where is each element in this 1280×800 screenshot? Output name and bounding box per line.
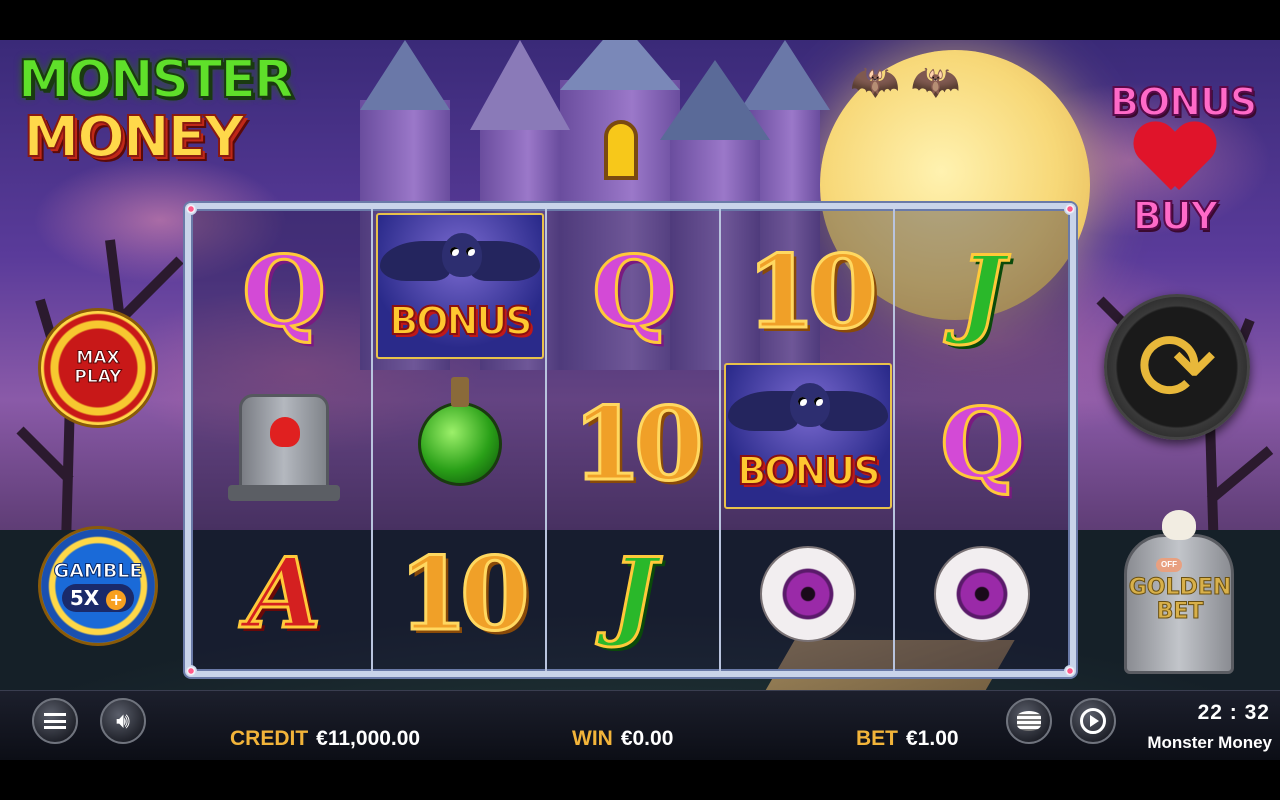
menu-icon bbox=[44, 713, 66, 729]
max-play-button[interactable]: MAX PLAY bbox=[38, 308, 158, 428]
potion-icon bbox=[418, 377, 502, 486]
symbol-eyeball bbox=[721, 519, 895, 669]
symbol-a: A bbox=[245, 537, 323, 650]
reel-3: Q 10 J bbox=[545, 209, 719, 671]
bat-icon bbox=[442, 233, 482, 277]
symbol-10: 10 bbox=[745, 233, 879, 351]
gamble-label: GAMBLE bbox=[53, 560, 143, 583]
win-value: €0.00 bbox=[620, 727, 674, 750]
reel-1: Q A bbox=[197, 209, 371, 671]
coin-stack-icon bbox=[1017, 711, 1041, 731]
bonus-buy-button[interactable]: BONUS BUY bbox=[1109, 79, 1258, 270]
symbol-10: 10 bbox=[397, 535, 531, 653]
game-background: 🦇 🦇 MONSTER MONEY MAX PLAY GAMBLE 5X + B… bbox=[0, 40, 1280, 760]
skull-icon bbox=[270, 417, 300, 447]
win-label: WIN bbox=[572, 727, 613, 750]
bonus-bat-card: BONUS bbox=[376, 213, 544, 359]
golden-bet-label: GOLDEN BET bbox=[1128, 575, 1232, 624]
spin-arrows-icon: ⟳ bbox=[1136, 311, 1218, 423]
gamble-multiplier: 5X bbox=[69, 586, 100, 610]
bat-icon bbox=[790, 383, 830, 427]
plus-icon: + bbox=[106, 589, 127, 610]
speaker-icon: 🔊︎ bbox=[116, 708, 130, 734]
symbol-q: Q bbox=[591, 235, 678, 348]
game-name: Monster Money bbox=[1147, 733, 1272, 752]
symbol-q: Q bbox=[241, 235, 328, 348]
symbol-j: J bbox=[958, 235, 1006, 348]
symbol-bonus: BONUS bbox=[721, 361, 895, 511]
bet-settings-button[interactable] bbox=[1006, 698, 1052, 744]
menu-button[interactable] bbox=[32, 698, 78, 744]
symbol-j: J bbox=[610, 537, 658, 650]
max-play-label: MAX PLAY bbox=[74, 348, 122, 387]
credit-display: CREDIT €11,000.00 bbox=[230, 727, 420, 751]
tombstone-icon bbox=[228, 394, 340, 501]
reel-grid: Q A BONUS 10 Q 10 J 10 BONUS J Q bbox=[185, 203, 1076, 677]
autoplay-icon bbox=[1080, 708, 1106, 734]
bonus-word: BONUS bbox=[388, 298, 533, 344]
symbol-eyeball bbox=[895, 519, 1069, 669]
gamble-multiplier-badge: 5X + bbox=[61, 584, 135, 612]
frame-bolt bbox=[185, 203, 197, 215]
eyeball-icon bbox=[934, 546, 1030, 642]
reel-4: 10 BONUS bbox=[719, 209, 893, 671]
bottom-status-bar: 🔊︎ CREDIT €11,000.00 WIN €0.00 BET €1.00 22… bbox=[0, 690, 1280, 760]
symbol-tombstone bbox=[197, 369, 371, 519]
logo-monster: MONSTER bbox=[17, 50, 295, 110]
frame-bolt bbox=[185, 665, 197, 677]
golden-bet-status: OFF bbox=[1156, 558, 1182, 572]
bonus-buy-label-bottom: BUY bbox=[1132, 193, 1219, 239]
win-display: WIN €0.00 bbox=[572, 727, 673, 751]
bet-value: €1.00 bbox=[906, 727, 959, 750]
bet-label: BET bbox=[856, 727, 898, 750]
symbol-10: 10 bbox=[571, 385, 705, 503]
autoplay-button[interactable] bbox=[1070, 698, 1116, 744]
bats-decoration: 🦇 🦇 bbox=[850, 60, 961, 104]
golden-bet-toggle[interactable]: OFF GOLDEN BET bbox=[1110, 510, 1250, 680]
credit-label: CREDIT bbox=[230, 727, 309, 750]
eyeball-icon bbox=[760, 546, 856, 642]
credit-value: €11,000.00 bbox=[316, 727, 421, 750]
bonus-word: BONUS bbox=[736, 448, 881, 494]
symbol-q: Q bbox=[939, 387, 1026, 500]
reel-2: BONUS 10 bbox=[371, 209, 545, 671]
clock: 22 : 32 bbox=[1197, 701, 1270, 724]
bet-display: BET €1.00 bbox=[856, 727, 959, 751]
logo-money: MONEY bbox=[22, 105, 245, 170]
reel-5: J Q bbox=[893, 209, 1067, 671]
skull-icon bbox=[1162, 510, 1196, 540]
spin-button[interactable]: ⟳ bbox=[1104, 294, 1250, 440]
game-logo: MONSTER MONEY bbox=[17, 50, 295, 170]
symbol-potion bbox=[373, 369, 547, 519]
heart-icon bbox=[1135, 124, 1215, 194]
sound-button[interactable]: 🔊︎ bbox=[100, 698, 146, 744]
gamble-button[interactable]: GAMBLE 5X + bbox=[38, 526, 158, 646]
bonus-buy-label-top: BONUS bbox=[1109, 79, 1258, 125]
bonus-bat-card: BONUS bbox=[724, 363, 892, 509]
symbol-bonus: BONUS bbox=[373, 211, 547, 361]
